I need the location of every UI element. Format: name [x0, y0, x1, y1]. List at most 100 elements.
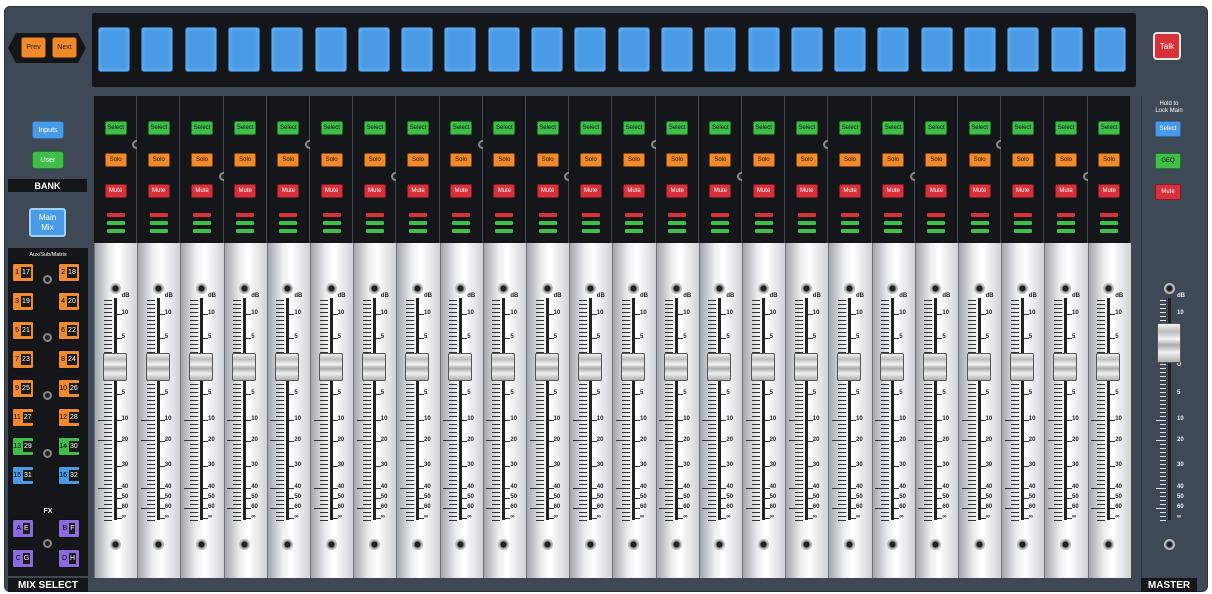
channel-solo-button[interactable]: Solo	[968, 153, 991, 167]
channel-solo-button[interactable]: Solo	[104, 153, 127, 167]
channel-select-button[interactable]: Select	[1055, 121, 1077, 135]
channel-fader[interactable]	[923, 353, 948, 381]
channel-fader[interactable]	[361, 353, 386, 381]
mix-select-button[interactable]: 12 28	[58, 408, 80, 427]
channel-select-button[interactable]: Select	[925, 121, 948, 135]
channel-select-button[interactable]: Select	[104, 121, 127, 135]
channel-select-button[interactable]: Select	[320, 121, 343, 135]
master-geq-button[interactable]: GEQ	[1155, 153, 1181, 169]
channel-mute-button[interactable]: Mute	[1055, 184, 1077, 198]
channel-mute-button[interactable]: Mute	[666, 184, 689, 198]
channel-fader[interactable]	[448, 353, 473, 381]
channel-solo-button[interactable]: Solo	[407, 153, 429, 167]
channel-fader[interactable]	[1053, 353, 1077, 381]
talk-button[interactable]: Talk	[1153, 32, 1181, 60]
channel-mute-button[interactable]: Mute	[1098, 184, 1121, 198]
channel-solo-button[interactable]: Solo	[147, 153, 170, 167]
channel-solo-button[interactable]: Solo	[623, 153, 645, 167]
fx-select-button[interactable]: CG	[12, 549, 34, 568]
fx-select-button[interactable]: AE	[12, 519, 34, 538]
channel-fader[interactable]	[707, 353, 732, 381]
mix-select-button[interactable]: 6 22	[58, 321, 80, 340]
channel-fader[interactable]	[189, 353, 213, 381]
channel-fader[interactable]	[232, 353, 257, 381]
master-mute-button[interactable]: Mute	[1155, 184, 1181, 200]
channel-solo-button[interactable]: Solo	[1011, 153, 1034, 167]
channel-mute-button[interactable]: Mute	[579, 184, 602, 198]
channel-solo-button[interactable]: Solo	[363, 153, 386, 167]
channel-select-button[interactable]: Select	[579, 121, 602, 135]
channel-select-button[interactable]: Select	[407, 121, 429, 135]
channel-fader[interactable]	[318, 353, 343, 381]
mix-select-button[interactable]: 10 26	[58, 379, 80, 398]
channel-select-button[interactable]: Select	[623, 121, 645, 135]
prev-button[interactable]: Prev	[21, 37, 46, 58]
channel-select-button[interactable]: Select	[147, 121, 170, 135]
mix-select-button[interactable]: 11 27	[12, 408, 34, 427]
channel-solo-button[interactable]: Solo	[752, 153, 775, 167]
mix-select-button[interactable]: 3 19	[12, 292, 34, 311]
channel-solo-button[interactable]: Solo	[1055, 153, 1077, 167]
channel-mute-button[interactable]: Mute	[493, 184, 516, 198]
channel-mute-button[interactable]: Mute	[363, 184, 386, 198]
channel-fader[interactable]	[577, 353, 602, 381]
channel-select-button[interactable]: Select	[795, 121, 818, 135]
channel-fader[interactable]	[621, 353, 645, 381]
channel-fader[interactable]	[750, 353, 775, 381]
channel-select-button[interactable]: Select	[536, 121, 559, 135]
channel-solo-button[interactable]: Solo	[234, 153, 257, 167]
channel-mute-button[interactable]: Mute	[320, 184, 343, 198]
channel-select-button[interactable]: Select	[493, 121, 516, 135]
channel-mute-button[interactable]: Mute	[407, 184, 429, 198]
channel-mute-button[interactable]: Mute	[925, 184, 948, 198]
channel-solo-button[interactable]: Solo	[536, 153, 559, 167]
channel-fader[interactable]	[1096, 353, 1121, 381]
master-fader[interactable]	[1157, 323, 1181, 363]
channel-select-button[interactable]: Select	[1011, 121, 1034, 135]
channel-solo-button[interactable]: Solo	[709, 153, 732, 167]
channel-select-button[interactable]: Select	[709, 121, 732, 135]
channel-mute-button[interactable]: Mute	[752, 184, 775, 198]
channel-fader[interactable]	[664, 353, 689, 381]
channel-mute-button[interactable]: Mute	[277, 184, 300, 198]
channel-solo-button[interactable]: Solo	[450, 153, 473, 167]
channel-fader[interactable]	[1009, 353, 1034, 381]
channel-mute-button[interactable]: Mute	[882, 184, 905, 198]
channel-mute-button[interactable]: Mute	[234, 184, 257, 198]
mix-select-button[interactable]: 1 17	[12, 263, 34, 282]
main-mix-button[interactable]: Main Mix	[29, 208, 66, 237]
channel-solo-button[interactable]: Solo	[839, 153, 861, 167]
mix-select-button[interactable]: 2 18	[58, 263, 80, 282]
channel-select-button[interactable]: Select	[277, 121, 300, 135]
channel-mute-button[interactable]: Mute	[623, 184, 645, 198]
channel-fader[interactable]	[102, 353, 127, 381]
channel-solo-button[interactable]: Solo	[493, 153, 516, 167]
channel-solo-button[interactable]: Solo	[925, 153, 948, 167]
channel-mute-button[interactable]: Mute	[1011, 184, 1034, 198]
channel-select-button[interactable]: Select	[968, 121, 991, 135]
mix-select-button[interactable]: 13 29	[12, 437, 34, 456]
channel-mute-button[interactable]: Mute	[450, 184, 473, 198]
channel-solo-button[interactable]: Solo	[795, 153, 818, 167]
mix-select-button[interactable]: 15 31	[12, 466, 34, 485]
channel-select-button[interactable]: Select	[666, 121, 689, 135]
next-button[interactable]: Next	[52, 37, 77, 58]
channel-select-button[interactable]: Select	[363, 121, 386, 135]
channel-fader[interactable]	[405, 353, 429, 381]
channel-mute-button[interactable]: Mute	[104, 184, 127, 198]
master-select-button[interactable]: Select	[1155, 121, 1181, 137]
channel-fader[interactable]	[880, 353, 905, 381]
channel-solo-button[interactable]: Solo	[882, 153, 905, 167]
channel-mute-button[interactable]: Mute	[191, 184, 213, 198]
channel-solo-button[interactable]: Solo	[191, 153, 213, 167]
mix-select-button[interactable]: 14 30	[58, 437, 80, 456]
channel-fader[interactable]	[793, 353, 818, 381]
channel-mute-button[interactable]: Mute	[795, 184, 818, 198]
mix-select-button[interactable]: 8 24	[58, 350, 80, 369]
channel-mute-button[interactable]: Mute	[968, 184, 991, 198]
fx-select-button[interactable]: BF	[58, 519, 80, 538]
channel-solo-button[interactable]: Solo	[277, 153, 300, 167]
fx-select-button[interactable]: DH	[58, 549, 80, 568]
channel-select-button[interactable]: Select	[882, 121, 905, 135]
channel-fader[interactable]	[145, 353, 170, 381]
